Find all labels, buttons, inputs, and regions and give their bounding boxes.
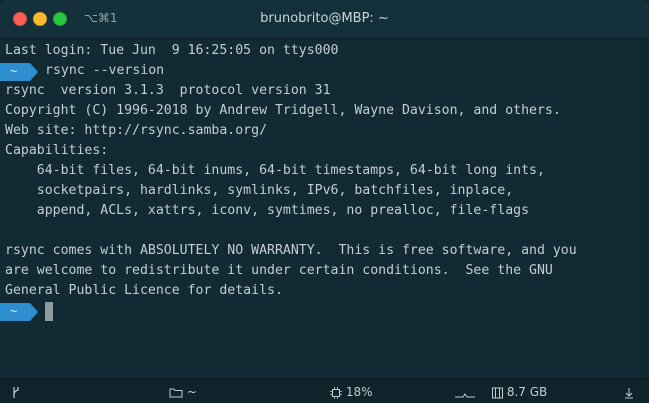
- prompt-label: ~: [10, 64, 18, 78]
- terminal-output[interactable]: Last login: Tue Jun 9 16:25:05 on ttys00…: [0, 39, 640, 377]
- command-line: rsync --version: [45, 63, 165, 78]
- folder-status[interactable]: ~: [169, 385, 197, 399]
- git-branch-icon: [11, 385, 21, 399]
- folder-label: ~: [186, 385, 197, 399]
- output-line: socketpairs, hardlinks, symlinks, IPv6, …: [5, 183, 514, 198]
- download-arrow-icon: [624, 385, 634, 399]
- output-line: append, ACLs, xattrs, iconv, symtimes, n…: [5, 203, 530, 218]
- prompt-label: ~: [10, 304, 18, 318]
- memory-status[interactable]: 8.7 GB: [492, 385, 547, 399]
- network-graph-icon: [455, 385, 475, 399]
- last-login-line: Last login: Tue Jun 9 16:25:05 on ttys00…: [5, 43, 339, 58]
- shell-prompt: ~: [0, 63, 38, 81]
- memory-icon: [492, 387, 503, 398]
- output-line: rsync comes with ABSOLUTELY NO WARRANTY.…: [5, 243, 577, 258]
- output-line: 64-bit files, 64-bit inums, 64-bit times…: [5, 163, 545, 178]
- output-line: rsync version 3.1.3 protocol version 31: [5, 83, 331, 98]
- title-bar: ⌥⌘1 brunobrito@MBP: ~: [0, 0, 649, 39]
- output-line: are welcome to redistribute it under cer…: [5, 263, 553, 278]
- cpu-status[interactable]: 18%: [330, 385, 373, 399]
- text-cursor: [45, 302, 53, 321]
- output-line: Capabilities:: [5, 143, 109, 158]
- status-bar: ~ 18% 8.7 GB: [0, 378, 649, 403]
- memory-label: 8.7 GB: [506, 385, 548, 399]
- shell-prompt: ~: [0, 303, 38, 321]
- window-title: brunobrito@MBP: ~: [260, 11, 389, 26]
- folder-icon: [169, 388, 183, 398]
- terminal-window: ⌥⌘1 brunobrito@MBP: ~ Last login: Tue Ju…: [0, 0, 649, 403]
- output-line: Web site: http://rsync.samba.org/: [5, 123, 268, 138]
- cpu-label: 18%: [345, 385, 373, 399]
- cpu-chip-icon: [330, 386, 342, 399]
- scrollbar[interactable]: [640, 39, 649, 377]
- output-line: Copyright (C) 1996-2018 by Andrew Tridge…: [5, 103, 561, 118]
- output-line: General Public Licence for details.: [5, 283, 283, 298]
